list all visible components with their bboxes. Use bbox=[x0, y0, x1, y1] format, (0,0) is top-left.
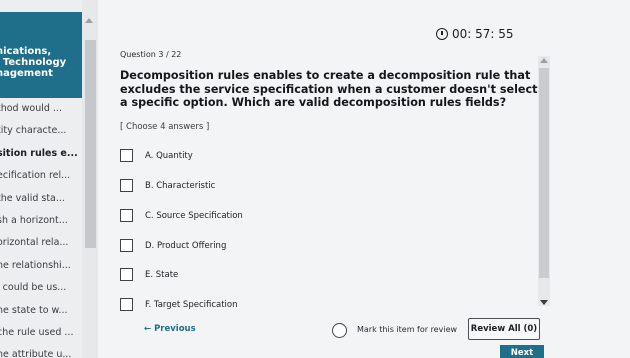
question-panel: 00: 57: 55 Question 3 / 22 Decomposition… bbox=[98, 0, 630, 358]
sidebar-question-item[interactable]: he attribute u... bbox=[0, 344, 82, 358]
sidebar-header-line: l Technology bbox=[0, 57, 67, 68]
next-button[interactable]: Next bbox=[500, 345, 544, 358]
sidebar-header-line: nagement bbox=[0, 68, 53, 79]
sidebar-question-item-current[interactable]: sition rules e... bbox=[0, 143, 82, 165]
answer-label[interactable]: C. Source Specification bbox=[145, 211, 243, 221]
question-scroll-thumb[interactable] bbox=[539, 68, 549, 278]
sidebar-question-item[interactable]: the valid sta... bbox=[0, 188, 82, 210]
answer-option[interactable]: E. State bbox=[120, 268, 178, 281]
sidebar-question-item[interactable]: l could be us... bbox=[0, 277, 82, 299]
answer-checkbox[interactable] bbox=[120, 209, 133, 222]
sidebar-question-item[interactable]: thod would ... bbox=[0, 98, 82, 120]
sidebar-header: nications, l Technology nagement bbox=[0, 12, 82, 98]
mark-for-review-label[interactable]: Mark this item for review bbox=[357, 325, 457, 334]
mark-for-review-radio[interactable] bbox=[332, 323, 347, 338]
sidebar-question-item[interactable]: sh a horizont... bbox=[0, 210, 82, 232]
answer-checkbox[interactable] bbox=[120, 149, 133, 162]
answer-checkbox[interactable] bbox=[120, 239, 133, 252]
answer-option[interactable]: B. Characteristic bbox=[120, 179, 215, 192]
answer-checkbox[interactable] bbox=[120, 179, 133, 192]
sidebar-scrollbar[interactable] bbox=[82, 0, 98, 358]
answer-option[interactable]: F. Target Specification bbox=[120, 298, 238, 311]
answer-label[interactable]: F. Target Specification bbox=[145, 300, 238, 310]
answer-option[interactable]: C. Source Specification bbox=[120, 209, 243, 222]
answer-label[interactable]: D. Product Offering bbox=[145, 241, 226, 251]
scroll-down-icon[interactable] bbox=[540, 300, 548, 305]
sidebar-question-item[interactable]: ne relationshi... bbox=[0, 255, 82, 277]
timer-value: 00: 57: 55 bbox=[452, 27, 514, 41]
sidebar-question-item[interactable]: ecification rel... bbox=[0, 165, 82, 187]
sidebar-question-item[interactable]: he state to w... bbox=[0, 300, 82, 322]
scroll-up-icon[interactable] bbox=[540, 58, 548, 63]
sidebar-scroll-thumb[interactable] bbox=[85, 40, 96, 248]
sidebar-header-line: nications, bbox=[0, 46, 52, 57]
question-text: Decomposition rules enables to create a … bbox=[120, 69, 538, 109]
answer-checkbox[interactable] bbox=[120, 298, 133, 311]
answer-label[interactable]: E. State bbox=[145, 270, 178, 280]
sidebar-question-item[interactable]: che rule used ... bbox=[0, 322, 82, 344]
exam-timer: 00: 57: 55 bbox=[436, 27, 514, 41]
clock-icon bbox=[436, 28, 448, 40]
review-all-button[interactable]: Review All (0) bbox=[468, 318, 540, 340]
answer-option[interactable]: A. Quantity bbox=[120, 149, 193, 162]
answer-checkbox[interactable] bbox=[120, 268, 133, 281]
question-number: Question 3 / 22 bbox=[120, 50, 182, 59]
question-sidebar: nications, l Technology nagement thod wo… bbox=[0, 0, 82, 358]
previous-button[interactable]: ← Previous bbox=[144, 324, 196, 334]
sidebar-question-item[interactable]: orizontal rela... bbox=[0, 232, 82, 254]
answer-option[interactable]: D. Product Offering bbox=[120, 239, 226, 252]
answer-instruction: [ Choose 4 answers ] bbox=[120, 122, 210, 132]
answer-label[interactable]: A. Quantity bbox=[145, 151, 193, 161]
answer-label[interactable]: B. Characteristic bbox=[145, 181, 215, 191]
sidebar-question-item[interactable]: tity characte... bbox=[0, 120, 82, 142]
question-scrollbar[interactable] bbox=[538, 56, 550, 306]
scroll-up-icon[interactable] bbox=[85, 18, 93, 23]
sidebar-question-list: thod would ... tity characte... sition r… bbox=[0, 98, 82, 358]
